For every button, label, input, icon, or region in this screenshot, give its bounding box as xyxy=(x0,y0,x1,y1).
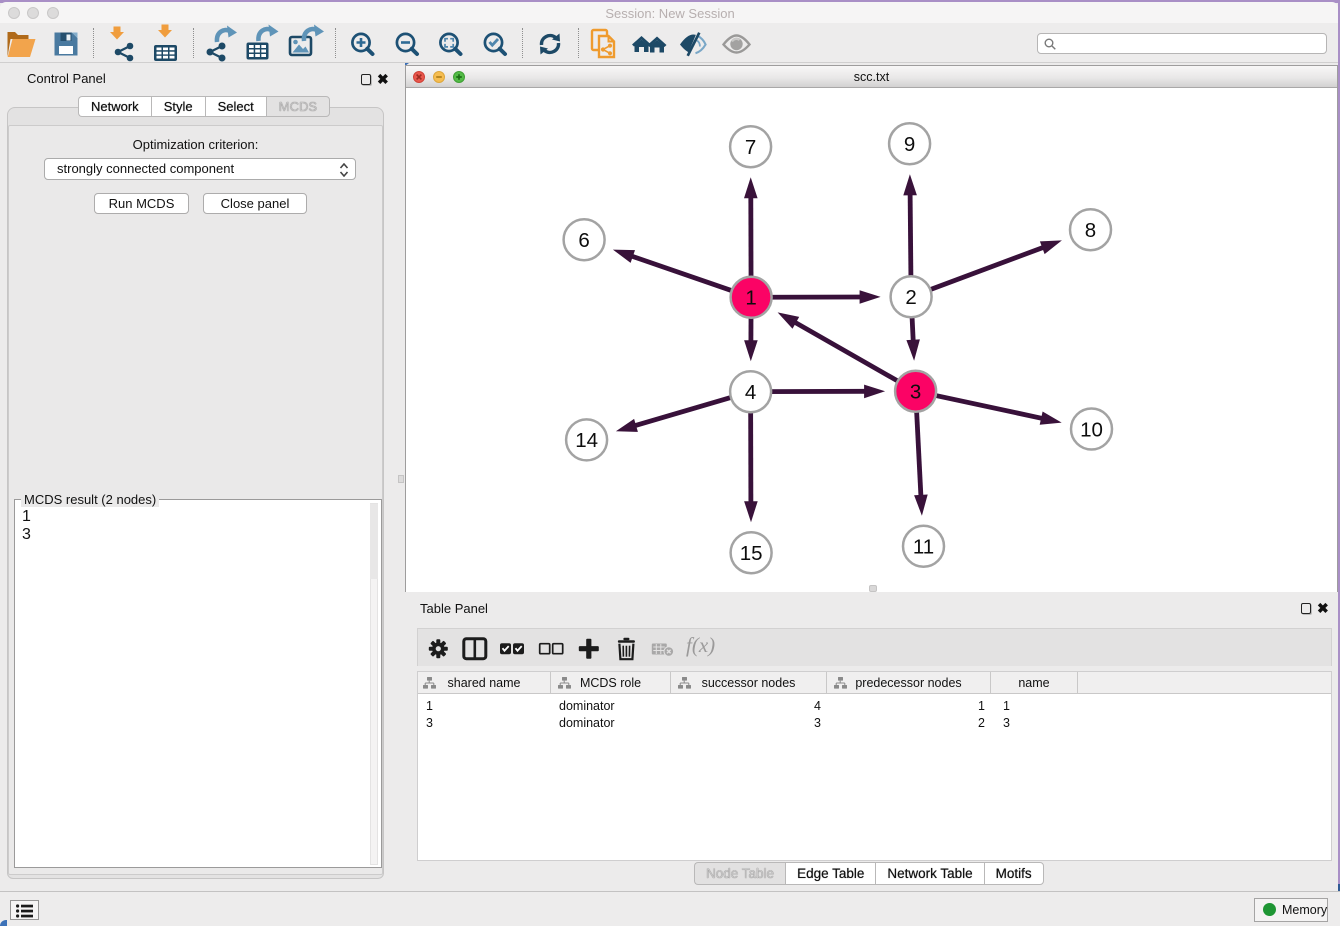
svg-text:2: 2 xyxy=(905,286,916,309)
svg-text:10: 10 xyxy=(1080,418,1103,441)
svg-text:3: 3 xyxy=(910,381,921,404)
svg-text:1: 1 xyxy=(745,287,756,310)
svg-text:4: 4 xyxy=(745,381,756,404)
svg-text:15: 15 xyxy=(740,542,763,565)
svg-text:8: 8 xyxy=(1085,219,1096,242)
svg-text:6: 6 xyxy=(578,229,589,252)
svg-text:7: 7 xyxy=(745,136,756,159)
svg-text:11: 11 xyxy=(913,536,934,559)
svg-text:14: 14 xyxy=(575,429,598,452)
svg-text:9: 9 xyxy=(904,133,915,156)
